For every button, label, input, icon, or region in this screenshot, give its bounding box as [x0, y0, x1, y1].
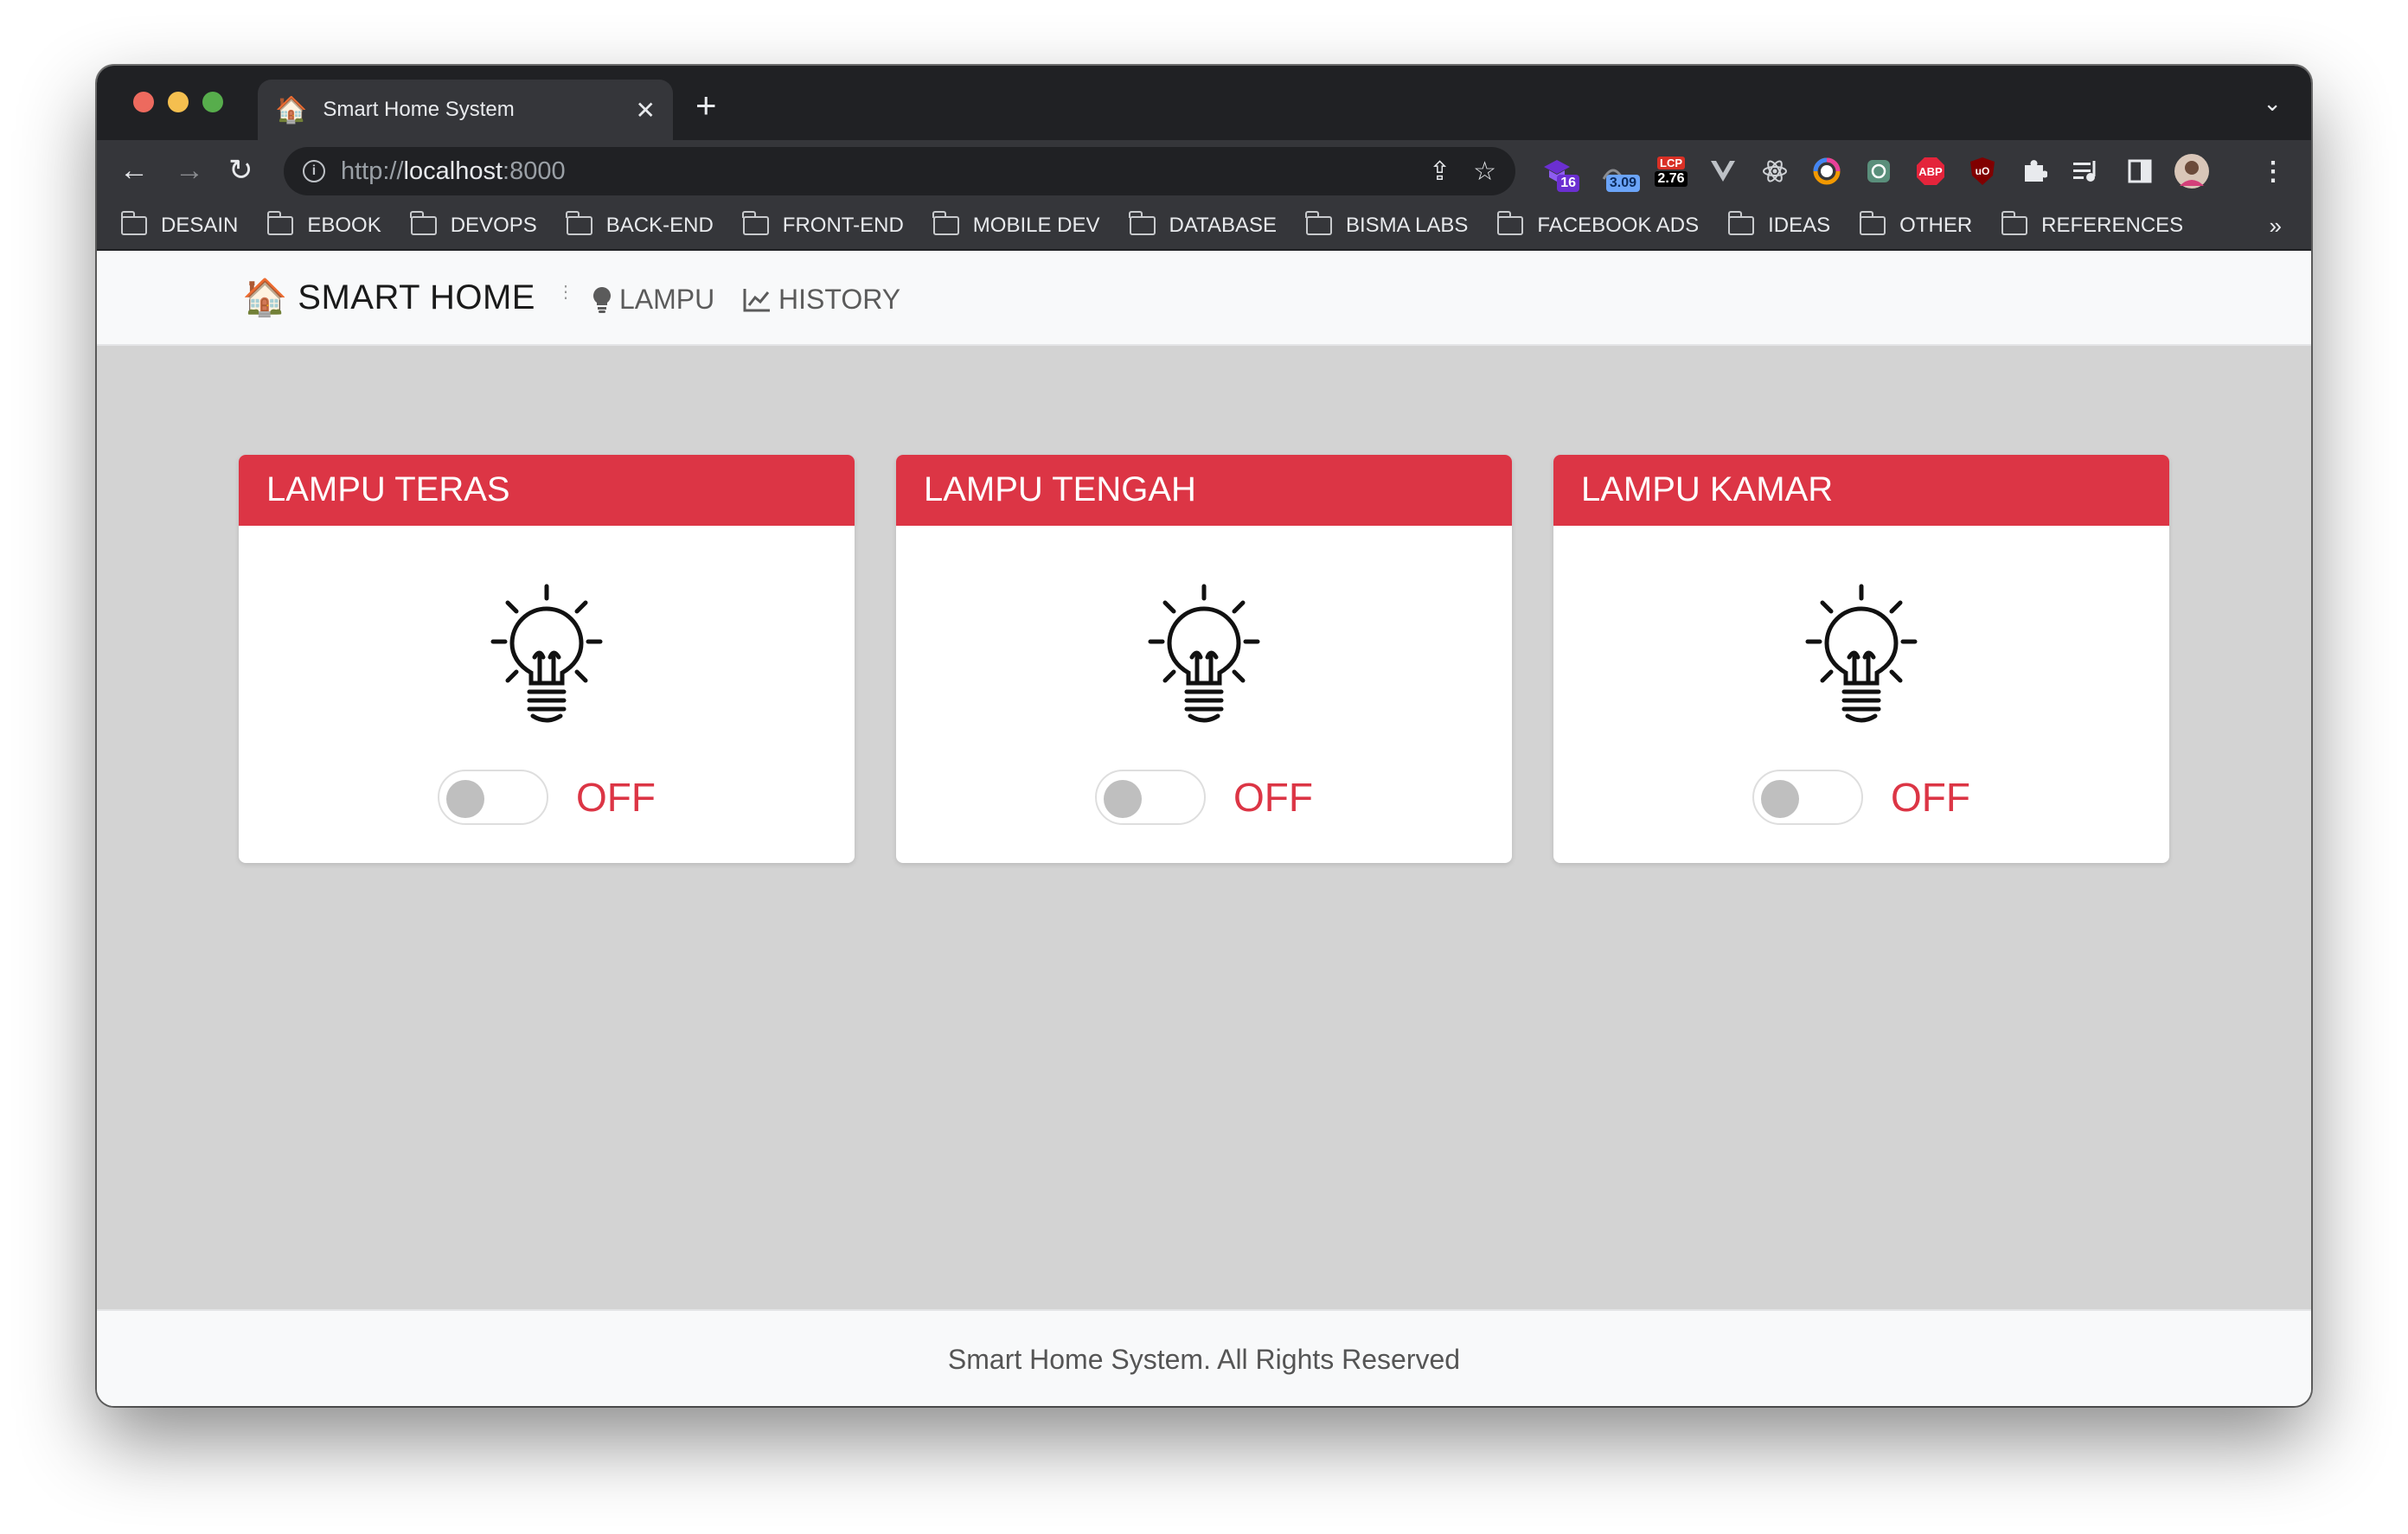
lamp-toggle-switch[interactable] — [1095, 770, 1206, 825]
folder-icon — [742, 211, 769, 235]
site-info-icon[interactable]: i — [303, 160, 325, 182]
url-text[interactable]: http://localhost:8000 — [341, 157, 1406, 186]
folder-icon — [1727, 211, 1755, 235]
lamp-toggle-switch[interactable] — [438, 770, 548, 825]
bookmark-folder[interactable]: BACK-END — [566, 211, 714, 238]
nav-link-lampu[interactable]: LAMPU — [592, 284, 714, 316]
toggle-knob — [1104, 780, 1142, 818]
bookmark-folder[interactable]: DESAIN — [120, 211, 238, 238]
vue-icon[interactable] — [1707, 154, 1739, 189]
browser-window: 🏠 Smart Home System ✕ + ⌄ ← → ↻ i http:/… — [97, 66, 2311, 1406]
lamp-state-label: OFF — [1891, 775, 1970, 820]
bookmark-folder[interactable]: OTHER — [1859, 211, 1972, 238]
ublock-icon[interactable]: uO — [1967, 154, 1998, 189]
lamp-state-label: OFF — [1233, 775, 1313, 820]
tab-strip: 🏠 Smart Home System ✕ + ⌄ — [97, 66, 2311, 140]
nav-separator: ⋮ — [557, 283, 574, 302]
footer-text: Smart Home System. All Rights Reserved — [947, 1344, 1461, 1375]
bookmark-folder[interactable]: REFERENCES — [2001, 211, 2183, 238]
media-icon[interactable] — [2069, 154, 2104, 189]
app-navbar: 🏠 SMART HOME ⋮ LAMPU HISTORY — [97, 251, 2311, 346]
bookmark-folder[interactable]: MOBILE DEV — [932, 211, 1100, 238]
nav-link-label: LAMPU — [619, 284, 715, 315]
new-tab-button[interactable]: + — [695, 87, 717, 124]
share-icon[interactable]: ⇪ — [1429, 157, 1451, 187]
close-tab-icon[interactable]: ✕ — [636, 96, 656, 125]
folder-icon — [1129, 211, 1156, 235]
zoom-window-button[interactable] — [202, 92, 223, 112]
lamp-card-teras: LAMPU TERAS OFF — [239, 455, 855, 863]
lamp-cards: LAMPU TERAS OFF LAMPU TENGAH OFF LAMPU K… — [239, 455, 2169, 863]
folder-icon — [1859, 211, 1886, 235]
folder-icon — [1496, 211, 1524, 235]
folder-icon — [266, 211, 294, 235]
lamp-toggle-switch[interactable] — [1752, 770, 1863, 825]
lightbulb-icon — [490, 584, 603, 723]
ext-lcp-icon[interactable]: LCP 2.76 — [1650, 154, 1692, 189]
color-ring-icon[interactable] — [1811, 154, 1842, 189]
bookmark-folder[interactable]: BISMA LABS — [1305, 211, 1468, 238]
toggle-knob — [446, 780, 484, 818]
minimize-window-button[interactable] — [168, 92, 189, 112]
tab-search-chevron-icon[interactable]: ⌄ — [2263, 90, 2282, 117]
back-arrow-icon[interactable]: ← — [119, 156, 149, 185]
ext-16-icon[interactable]: 16 — [1540, 154, 1579, 192]
house-icon: 🏠 — [242, 277, 288, 317]
browser-menu-icon[interactable]: ⋮ — [2260, 154, 2286, 189]
page-footer: Smart Home System. All Rights Reserved — [97, 1309, 2311, 1406]
brand[interactable]: 🏠 SMART HOME — [242, 277, 535, 319]
nav-link-label: HISTORY — [778, 284, 901, 315]
bookmarks-overflow-button[interactable]: » — [2270, 213, 2282, 240]
bookmark-folder[interactable]: FRONT-END — [742, 211, 904, 238]
abp-icon[interactable]: ABP — [1913, 154, 1948, 189]
bookmarks-bar: DESAIN EBOOK DEVOPS BACK-END FRONT-END M… — [97, 202, 2311, 251]
chart-line-icon — [743, 288, 770, 311]
bookmark-folder[interactable]: EBOOK — [266, 211, 381, 238]
folder-icon — [932, 211, 959, 235]
folder-icon — [2001, 211, 2028, 235]
reload-icon[interactable]: ↻ — [228, 156, 253, 185]
card-title: LAMPU TERAS — [239, 455, 855, 526]
bookmark-folder[interactable]: IDEAS — [1727, 211, 1830, 238]
folder-icon — [410, 211, 437, 235]
ext-3.09-icon[interactable]: 3.09 — [1591, 154, 1640, 192]
lightbulb-icon — [1805, 584, 1918, 723]
tab-title: Smart Home System — [323, 98, 515, 121]
card-title: LAMPU KAMAR — [1553, 455, 2169, 526]
bookmark-folder[interactable]: FACEBOOK ADS — [1496, 211, 1699, 238]
folder-icon — [120, 211, 147, 235]
profile-avatar[interactable] — [2173, 154, 2211, 189]
folder-icon — [566, 211, 592, 235]
puzzle-icon[interactable] — [2019, 154, 2050, 189]
card-title: LAMPU TENGAH — [896, 455, 1512, 526]
bookmark-star-icon[interactable]: ☆ — [1473, 157, 1496, 187]
sidepanel-icon[interactable] — [2124, 154, 2155, 189]
lightbulb-icon — [1148, 584, 1260, 723]
nav-link-history[interactable]: HISTORY — [742, 284, 900, 316]
close-window-button[interactable] — [133, 92, 154, 112]
brand-title: SMART HOME — [298, 278, 535, 316]
lamp-card-kamar: LAMPU KAMAR OFF — [1553, 455, 2169, 863]
address-bar[interactable]: i http://localhost:8000 ⇪ ☆ — [284, 147, 1515, 195]
browser-toolbar: ← → ↻ i http://localhost:8000 ⇪ ☆ 16 3.0… — [97, 140, 2311, 202]
bookmark-folder[interactable]: DATABASE — [1129, 211, 1277, 238]
folder-icon — [1305, 211, 1332, 235]
lamp-state-label: OFF — [576, 775, 656, 820]
lightbulb-icon — [593, 286, 611, 313]
page-content: 🏠 SMART HOME ⋮ LAMPU HISTORY LAMPU TERAS — [97, 251, 2311, 1406]
forward-arrow-icon[interactable]: → — [175, 156, 204, 185]
bookmark-folder[interactable]: DEVOPS — [410, 211, 537, 238]
tab-smart-home[interactable]: 🏠 Smart Home System ✕ — [258, 80, 673, 140]
lamp-card-tengah: LAMPU TENGAH OFF — [896, 455, 1512, 863]
react-icon[interactable] — [1759, 154, 1790, 189]
toggle-knob — [1761, 780, 1799, 818]
house-icon: 🏠 — [275, 95, 308, 125]
chatgpt-icon[interactable] — [1863, 154, 1894, 189]
